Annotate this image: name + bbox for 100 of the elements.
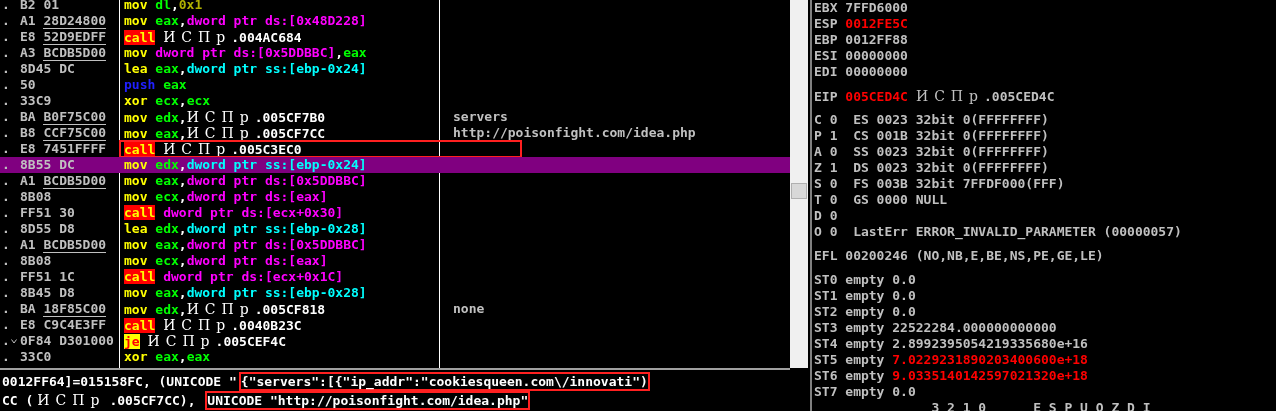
opcode-bytes: A1 BCDB5D00 xyxy=(20,173,107,189)
register-line: Z 1 DS 0023 32bit 0(FFFFFFFF) xyxy=(814,160,1049,175)
register-line: C 0 ES 0023 32bit 0(FFFFFFFF) xyxy=(814,112,1049,127)
disasm-row[interactable]: . 8D55 D8 lea edx,dword ptr ss:[ebp-0x28] xyxy=(0,221,790,237)
register-line: EBP 0012FF88 xyxy=(814,32,908,47)
instruction: lea eax,dword ptr ss:[ebp-0x24] xyxy=(124,61,367,77)
instruction: call ИСПр.004AC684 xyxy=(124,28,302,46)
disasm-row[interactable]: . A1 BCDB5D00 mov eax,dword ptr ds:[0x5DDBBC] xyxy=(0,173,790,189)
opcode-bytes: 0F84 D301000 xyxy=(20,333,114,348)
register-line: EDI 00000000 xyxy=(814,64,908,79)
disasm-row[interactable]: . BA 18F85C00 mov edx,ИСПр.005CF818 none xyxy=(0,301,790,317)
instruction: lea edx,dword ptr ss:[ebp-0x28] xyxy=(124,221,367,237)
opcode-bytes: E8 C9C4E3FF xyxy=(20,317,107,332)
disasm-row[interactable]: . B8 CCF75C00 mov eax,ИСПр.005CF7CC http://poisonfight.com/idea.php xyxy=(0,125,790,141)
register-line: ST0 empty 0.0 xyxy=(814,272,916,287)
row-marker: . xyxy=(2,349,10,365)
disasm-row[interactable]: . 8B08 mov ecx,dword ptr ds:[eax] xyxy=(0,253,790,269)
register-line: ST6 empty 9.0335140142597021320e+18 xyxy=(814,368,1088,383)
scroll-thumb[interactable] xyxy=(791,183,807,199)
instruction: mov eax,dword ptr ds:[0x5DDBBC] xyxy=(124,237,367,253)
opcode-bytes: 8D55 D8 xyxy=(20,221,75,236)
disasm-row[interactable]: . A1 28D24800 mov eax,dword ptr ds:[0x48D228] xyxy=(0,13,790,29)
disasm-row[interactable]: . A3 BCDB5D00 mov dword ptr ds:[0x5DDBBC],eax xyxy=(0,45,790,61)
register-line: ST4 empty 2.8992395054219335680e+16 xyxy=(814,336,1088,351)
row-marker: . xyxy=(2,93,10,109)
instruction: je ИСПр.005CEF4C xyxy=(124,332,287,350)
instruction: mov edx,ИСПр.005CF818 xyxy=(124,300,326,318)
row-marker: . xyxy=(2,237,10,253)
row-marker: . xyxy=(2,333,10,349)
disasm-row[interactable]: . A1 BCDB5D00 mov eax,dword ptr ds:[0x5DDBBC] xyxy=(0,237,790,253)
instruction: mov edx,ИСПр.005CF7B0 xyxy=(124,108,326,126)
opcode-bytes: 8D45 DC xyxy=(20,61,75,76)
row-marker: . xyxy=(2,77,10,93)
instruction: call ИСПр.0040B23C xyxy=(124,316,302,334)
row-marker: . xyxy=(2,221,10,237)
instruction: mov eax,dword ptr ds:[0x5DDBBC] xyxy=(124,173,367,189)
register-line: A 0 SS 0023 32bit 0(FFFFFFFF) xyxy=(814,144,1049,159)
opcode-bytes: B8 CCF75C00 xyxy=(20,125,107,141)
register-line: ESP 0012FE5C xyxy=(814,16,908,31)
opcode-bytes: 33C9 xyxy=(20,93,52,108)
instruction: mov ecx,dword ptr ds:[eax] xyxy=(124,189,328,205)
comment-text: none xyxy=(452,301,485,317)
row-marker: . xyxy=(2,269,10,285)
disasm-row[interactable]: . FF51 30 call dword ptr ds:[ecx+0x30] xyxy=(0,205,790,221)
disasm-row[interactable]: . E8 52D9EDFF call ИСПр.004AC684 xyxy=(0,29,790,45)
instruction: xor ecx,ecx xyxy=(124,93,211,109)
register-line: ST1 empty 0.0 xyxy=(814,288,916,303)
instruction: mov eax,dword ptr ds:[0x48D228] xyxy=(124,13,367,29)
register-line: P 1 CS 001B 32bit 0(FFFFFFFF) xyxy=(814,128,1049,143)
row-marker: . xyxy=(2,189,10,205)
row-marker: . xyxy=(2,317,10,333)
disasm-row[interactable]: . 33C9 xor ecx,ecx xyxy=(0,93,790,109)
opcode-bytes: E8 7451FFFF xyxy=(20,141,107,156)
opcode-bytes: FF51 1C xyxy=(20,269,75,284)
instruction: xor eax,eax xyxy=(124,349,211,365)
register-line: ESI 00000000 xyxy=(814,48,908,63)
register-line: ST3 empty 22522284.000000000000 xyxy=(814,320,1057,335)
register-line: S 0 FS 003B 32bit 7FFDF000(FFF) xyxy=(814,176,1065,191)
opcode-bytes: 33C0 xyxy=(20,349,52,364)
row-marker: . xyxy=(2,0,10,13)
opcode-bytes: 8B08 xyxy=(20,189,52,204)
instruction: call ИСПр.005C3EC0 xyxy=(124,140,302,158)
row-marker: . xyxy=(2,173,10,189)
register-line: EIP 005CED4C ИСПр.005CED4C xyxy=(814,89,1055,104)
opcode-bytes: 8B55 DC xyxy=(20,157,75,172)
row-marker: . xyxy=(2,141,10,157)
instruction: mov edx,dword ptr ss:[ebp-0x24] xyxy=(124,157,367,173)
instruction: call dword ptr ds:[ecx+0x30] xyxy=(124,205,344,221)
register-line: ST7 empty 0.0 xyxy=(814,384,916,399)
register-line: D 0 xyxy=(814,208,838,223)
disasm-row[interactable]: . 8D45 DC lea eax,dword ptr ss:[ebp-0x24] xyxy=(0,61,790,77)
disasm-row[interactable]: . 8B08 mov ecx,dword ptr ds:[eax] xyxy=(0,189,790,205)
opcode-bytes: 50 xyxy=(20,77,36,92)
instruction: mov dl,0x1 xyxy=(124,0,203,13)
scrollbar[interactable] xyxy=(790,0,808,368)
disasm-row[interactable]: . 8B45 D8 mov eax,dword ptr ss:[ebp-0x28] xyxy=(0,285,790,301)
disasm-row[interactable]: . 50 push eax xyxy=(0,77,790,93)
info-line: 0012FF64]=015158FC, (UNICODE " {"servers":[{"ip_addr":"cookiesqueen.com\/innovati") xyxy=(1,372,650,391)
row-marker: . xyxy=(2,125,10,141)
disasm-row[interactable]: . BA B0F75C00 mov edx,ИСПр.005CF7B0 servers xyxy=(0,109,790,125)
opcode-bytes: BA 18F85C00 xyxy=(20,301,107,317)
disasm-row[interactable]: . FF51 1C call dword ptr ds:[ecx+0x1C] xyxy=(0,269,790,285)
register-line: T 0 GS 0000 NULL xyxy=(814,192,948,207)
disasm-row[interactable]: . 8B55 DC mov edx,dword ptr ss:[ebp-0x24] xyxy=(0,157,790,173)
disasm-row[interactable]: . 33C0 xor eax,eax xyxy=(0,349,790,365)
info-line: CC ( ИСПр .005CF7CC), UNICODE "http://poisonfight.com/idea.php" xyxy=(1,391,531,410)
disasm-row[interactable]: . B2 01 mov dl,0x1 xyxy=(0,0,790,13)
instruction: call dword ptr ds:[ecx+0x1C] xyxy=(124,269,344,285)
instruction: mov dword ptr ds:[0x5DDBBC],eax xyxy=(124,45,367,61)
disasm-row[interactable]: . E8 C9C4E3FF call ИСПр.0040B23C xyxy=(0,317,790,333)
register-line: O 0 LastErr ERROR_INVALID_PARAMETER (00000057) xyxy=(814,224,1182,239)
comment-text: http://poisonfight.com/idea.php xyxy=(452,125,696,141)
opcode-bytes: A1 28D24800 xyxy=(20,13,107,29)
opcode-bytes: FF51 30 xyxy=(20,205,75,220)
opcode-bytes: A3 BCDB5D00 xyxy=(20,45,107,61)
instruction: mov eax,ИСПр.005CF7CC xyxy=(124,124,326,142)
opcode-bytes: B2 01 xyxy=(20,0,60,12)
opcode-bytes: 8B45 D8 xyxy=(20,285,75,300)
disasm-row[interactable]: . 0F84 D301000 je ИСПр.005CEF4C xyxy=(0,333,790,349)
row-marker: . xyxy=(2,157,10,173)
